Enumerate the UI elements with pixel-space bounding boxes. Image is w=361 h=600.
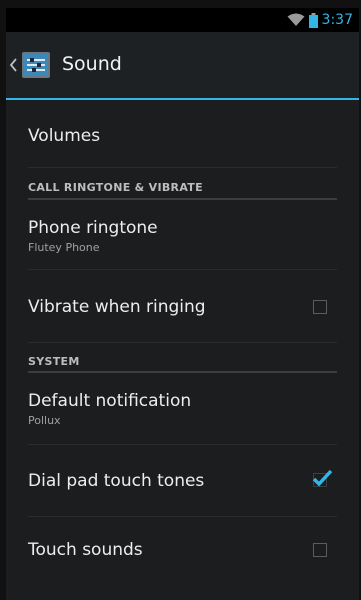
default-notification-title: Default notification xyxy=(28,391,192,411)
volumes-item[interactable]: Volumes xyxy=(28,100,337,168)
section-header-system: SYSTEM xyxy=(28,343,337,373)
action-bar[interactable]: Sound xyxy=(6,32,359,100)
status-clock: 3:37 xyxy=(321,12,353,28)
default-notification-item[interactable]: Default notification Pollux xyxy=(28,373,337,445)
settings-app-icon[interactable] xyxy=(20,50,52,80)
phone-ringtone-title: Phone ringtone xyxy=(28,218,158,238)
touch-sounds-item[interactable]: Touch sounds xyxy=(28,517,337,585)
touch-sounds-checkbox[interactable] xyxy=(313,543,327,557)
dial-pad-touch-tones-label: Dial pad touch tones xyxy=(28,471,205,491)
up-caret-icon[interactable] xyxy=(9,57,17,72)
page-title: Sound xyxy=(62,53,122,75)
vibrate-when-ringing-label: Vibrate when ringing xyxy=(28,297,206,317)
touch-sounds-label: Touch sounds xyxy=(28,540,143,560)
checkmark-icon xyxy=(312,469,333,487)
phone-ringtone-value: Flutey Phone xyxy=(28,241,100,254)
volumes-label: Volumes xyxy=(28,126,101,146)
status-bar: 3:37 xyxy=(6,8,359,32)
vibrate-when-ringing-item[interactable]: Vibrate when ringing xyxy=(28,270,337,343)
settings-screen: 3:37 Sound Volumes CALL RINGTONE & VIBRA… xyxy=(6,8,359,600)
vibrate-when-ringing-checkbox[interactable] xyxy=(313,300,327,314)
settings-list: Volumes CALL RINGTONE & VIBRATE Phone ri… xyxy=(6,100,359,585)
dial-pad-touch-tones-checkbox[interactable] xyxy=(312,469,333,487)
status-icons: 3:37 xyxy=(287,11,353,29)
section-header-call: CALL RINGTONE & VIBRATE xyxy=(28,168,337,200)
wifi-icon xyxy=(287,13,305,27)
default-notification-value: Pollux xyxy=(28,414,61,427)
phone-ringtone-item[interactable]: Phone ringtone Flutey Phone xyxy=(28,200,337,270)
dial-pad-touch-tones-item[interactable]: Dial pad touch tones xyxy=(28,445,337,517)
battery-icon xyxy=(308,12,318,28)
